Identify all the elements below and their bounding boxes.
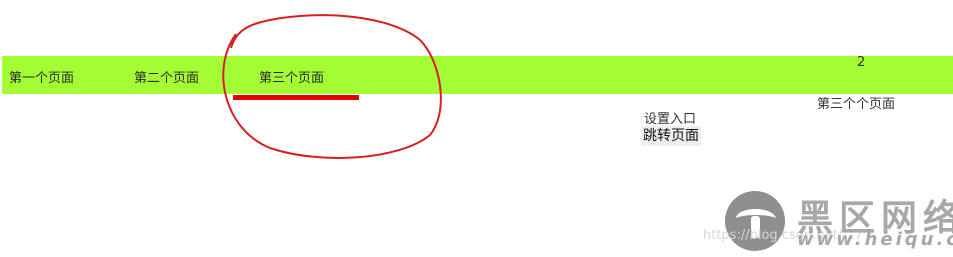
mushroom-logo-icon — [725, 191, 785, 251]
tab-second-page[interactable]: 第二个页面 — [134, 67, 199, 86]
current-page-label: 第三个个页面 — [817, 97, 896, 112]
settings-entry-label[interactable]: 设置入口 — [644, 108, 696, 127]
tab-third-page[interactable]: 第三个页面 — [259, 67, 324, 86]
active-tab-underline — [233, 95, 359, 100]
page-counter: 2 — [857, 55, 866, 70]
jump-page-button[interactable]: 跳转页面 — [641, 126, 701, 146]
watermark-url: www.heiqu.com — [797, 229, 953, 250]
tab-first-page[interactable]: 第一个页面 — [9, 67, 74, 86]
